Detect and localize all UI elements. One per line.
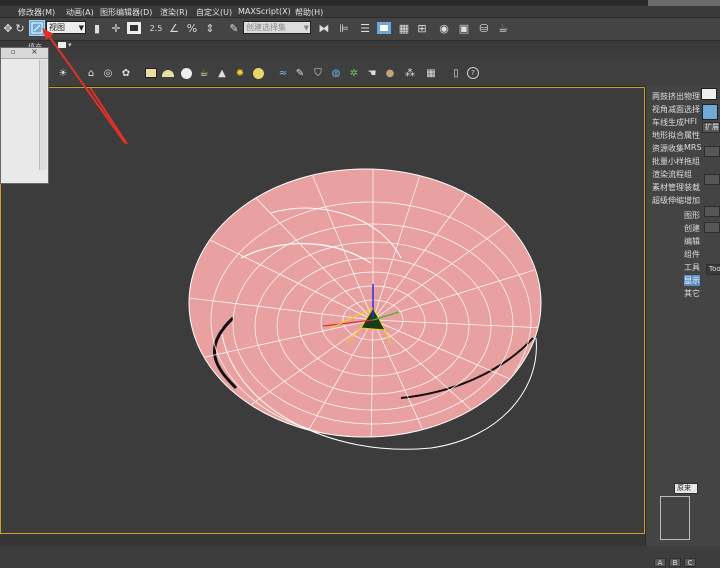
hand-icon[interactable]: ☚	[365, 66, 379, 80]
category-item[interactable]: 其它	[684, 288, 700, 299]
rock-icon[interactable]: ●	[383, 66, 397, 80]
hair-icon[interactable]: ⁂	[403, 66, 417, 80]
menu-graph-editors[interactable]: 图形编辑器(D)	[100, 7, 152, 18]
annotation-arrow-head	[42, 28, 126, 144]
tab-a[interactable]: A	[654, 558, 666, 567]
mirror-icon[interactable]: ⧓	[316, 20, 332, 36]
script-item[interactable]: 属性	[684, 130, 700, 141]
edit-named-selection-icon[interactable]: ✎	[226, 20, 242, 36]
plant-icon[interactable]: ✲	[347, 66, 361, 80]
script-item[interactable]: 超级伸缩	[652, 195, 684, 206]
tools-button[interactable]: Tools	[706, 264, 720, 275]
box-primitive-icon[interactable]	[144, 66, 158, 80]
pencil-icon[interactable]: ✎	[293, 66, 307, 80]
layer-manager-icon[interactable]: ☰	[357, 20, 373, 36]
disc-icon[interactable]	[251, 66, 265, 80]
teapot-icon[interactable]: ☕	[197, 66, 211, 80]
cone-icon[interactable]: ▲	[215, 66, 229, 80]
close-icon[interactable]: ×	[31, 47, 38, 56]
rollout-button[interactable]	[704, 222, 720, 233]
render-setup-icon[interactable]: ▣	[456, 20, 472, 36]
script-item[interactable]: 拖组	[684, 156, 700, 167]
menu-help[interactable]: 帮助(H)	[295, 7, 323, 18]
snaps-toggle-icon[interactable]: 2.5	[148, 20, 164, 36]
category-item[interactable]: 显示	[684, 275, 700, 286]
script-item[interactable]: 装载	[684, 182, 700, 193]
percent-snap-icon[interactable]: %	[184, 20, 200, 36]
help-icon[interactable]: ?	[466, 66, 480, 80]
menu-bar: 修改器(M) 动画(A) 图形编辑器(D) 渲染(R) 自定义(U) MAXSc…	[0, 6, 720, 18]
curve-editor-icon[interactable]: ▦	[396, 20, 412, 36]
floating-panel-scrollbar[interactable]	[39, 60, 47, 170]
restore-icon[interactable]: ▫	[11, 48, 16, 56]
twisted-torus-model	[50, 27, 542, 450]
script-item[interactable]: 两鼓挤出	[652, 91, 684, 102]
status-bar	[0, 534, 645, 546]
rotate-icon[interactable]: ↻	[12, 20, 28, 36]
script-item[interactable]: 渲染流程	[652, 169, 684, 180]
script-item[interactable]: 车线生成	[652, 117, 684, 128]
script-item[interactable]: 选择	[684, 104, 700, 115]
script-item[interactable]: 资源收集	[652, 143, 684, 154]
category-item[interactable]: 工具	[684, 262, 700, 273]
category-item[interactable]: 编辑	[684, 236, 700, 247]
chevron-down-icon: ▼	[303, 24, 309, 32]
menu-modifiers[interactable]: 修改器(M)	[18, 7, 55, 18]
command-panel: 扩展 两鼓挤出 物理 视角减面 选择 车线生成 HFI 地形拟合 属性 资源收集…	[645, 86, 720, 567]
preview-swatch	[660, 496, 690, 540]
script-item[interactable]: 批量小样	[652, 156, 684, 167]
bottom-dropdown-value: 原来	[677, 484, 691, 492]
category-item[interactable]: 图形	[684, 210, 700, 221]
bottom-dropdown[interactable]: 原来	[674, 483, 698, 494]
phone-icon[interactable]: ▯	[449, 66, 463, 80]
graphite-modeling-icon[interactable]	[376, 20, 392, 36]
category-item[interactable]: 组件	[684, 249, 700, 260]
extension-button[interactable]: 扩展	[702, 122, 720, 133]
menu-maxscript[interactable]: MAXScript(X)	[238, 7, 291, 16]
named-selection-placeholder: 创建选择集	[246, 23, 286, 32]
menu-rendering[interactable]: 渲染(R)	[160, 7, 188, 18]
script-item[interactable]: 组	[684, 169, 692, 180]
tab-b[interactable]: B	[669, 558, 681, 567]
named-selection-set-dropdown[interactable]: 创建选择集 ▼	[243, 21, 311, 34]
panel-mode-icon[interactable]	[701, 88, 717, 100]
script-item[interactable]: 地形拟合	[652, 130, 684, 141]
spinner-snap-icon[interactable]: ⇕	[202, 20, 218, 36]
wave-icon[interactable]: ≈	[276, 66, 290, 80]
script-item[interactable]: 增加	[684, 195, 700, 206]
script-item[interactable]: HFI	[684, 117, 697, 126]
percent-label: %	[186, 21, 198, 35]
script-item[interactable]: 视角减面	[652, 104, 684, 115]
schematic-view-icon[interactable]: ⊞	[414, 20, 430, 36]
sphere-icon[interactable]	[179, 66, 193, 80]
perspective-viewport[interactable]	[0, 27, 645, 534]
script-item[interactable]: 素材管理	[652, 182, 684, 193]
category-item[interactable]: 创建	[684, 223, 700, 234]
script-item[interactable]: 物理	[684, 91, 700, 102]
rollout-button[interactable]	[704, 206, 720, 217]
menu-animation[interactable]: 动画(A)	[66, 7, 94, 18]
rollout-button[interactable]	[704, 174, 720, 185]
menu-customize[interactable]: 自定义(U)	[196, 7, 232, 18]
globe-icon[interactable]: ◍	[329, 66, 343, 80]
dome-icon[interactable]	[161, 66, 175, 80]
render-production-icon[interactable]: ☕	[495, 20, 511, 36]
angle-snap-icon[interactable]: ∠	[166, 20, 182, 36]
align-icon[interactable]: ⊫	[336, 20, 352, 36]
snap-label: 2.5	[149, 23, 163, 33]
create-tab-icon[interactable]	[702, 104, 718, 120]
extension-label: 扩展	[705, 123, 719, 131]
tab-c[interactable]: C	[684, 558, 696, 567]
walk-icon[interactable]: ⛉	[311, 66, 325, 80]
grid-icon[interactable]: ▦	[424, 66, 438, 80]
tools-label: Tools	[709, 265, 720, 273]
rollout-button[interactable]	[704, 146, 720, 157]
rendered-frame-window-icon[interactable]: ⛁	[476, 20, 492, 36]
floating-panel[interactable]: ▫ ×	[0, 47, 49, 184]
floating-panel-header[interactable]: ▫ ×	[1, 47, 48, 59]
script-item[interactable]: MRS	[684, 143, 702, 152]
material-editor-icon[interactable]: ◉	[436, 20, 452, 36]
sun-icon[interactable]: ✹	[233, 66, 247, 80]
